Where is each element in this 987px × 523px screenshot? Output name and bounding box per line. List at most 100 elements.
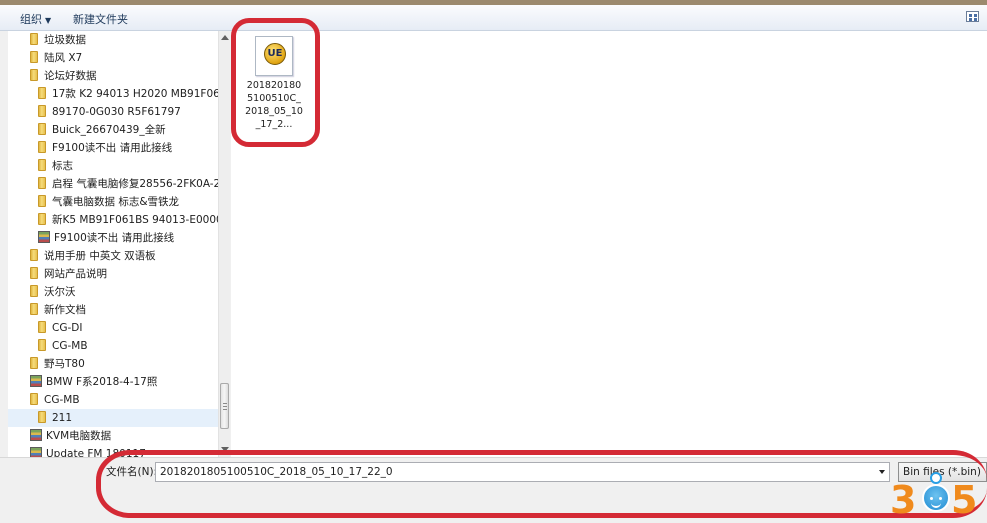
folder-icon <box>38 321 46 333</box>
tree-item-label: CG-DI <box>52 322 83 334</box>
tree-item[interactable]: 17款 K2 94013 H2020 MB91F061BS <box>38 85 218 103</box>
grip-line <box>223 409 227 410</box>
tree-item-label: F9100读不出 请用此接线 <box>54 232 175 244</box>
folder-icon <box>38 141 46 153</box>
tree-item-label: 启程 气囊电脑修复28556-2FK0A-2336 <box>52 178 218 190</box>
tree-item[interactable]: 陆风 X7 <box>30 49 82 67</box>
file-item[interactable]: UE 2018201805100510C_2018_05_10_17_2... <box>245 36 303 132</box>
tree-item-label: CG-MB <box>44 394 80 406</box>
tree-item[interactable]: 新作文档 <box>30 301 86 319</box>
folder-icon <box>30 303 38 315</box>
tree-item[interactable]: 网站产品说明 <box>30 265 107 283</box>
file-name-bar: 文件名(N): 2018201805100510C_2018_05_10_17_… <box>0 457 987 523</box>
tree-item-label: KVM电脑数据 <box>46 430 112 442</box>
tree-item[interactable]: Update FM 180117 <box>30 445 146 457</box>
tree-item[interactable]: 新K5 MB91F061BS 94013-E0000 <box>38 211 218 229</box>
folder-icon <box>30 69 38 81</box>
folder-icon <box>30 249 38 261</box>
tree-item[interactable]: BMW F系2018-4-17照 <box>30 373 157 391</box>
logo-digit-left: 3 <box>890 478 917 522</box>
tree-item[interactable]: 论坛好数据 <box>30 67 97 85</box>
tree-item-label: 新作文档 <box>44 304 86 316</box>
tree-item-label: 垃圾数据 <box>44 34 86 46</box>
navigation-scrollbar[interactable] <box>218 31 230 457</box>
folder-icon <box>30 267 38 279</box>
tree-item[interactable]: 野马T80 <box>30 355 85 373</box>
tree-item-label: 网站产品说明 <box>44 268 107 280</box>
folder-icon <box>38 123 46 135</box>
tree-item-label: 89170-0G030 R5F61797 <box>52 106 181 118</box>
document-icon: UE <box>255 36 293 76</box>
tree-item[interactable]: F9100读不出 请用此接线 <box>38 139 172 157</box>
folder-icon <box>38 177 46 189</box>
folder-icon <box>30 393 38 405</box>
tree-item-label: 说用手册 中英文 双语板 <box>44 250 156 262</box>
tree-item[interactable]: KVM电脑数据 <box>30 427 111 445</box>
tree-item-label: 野马T80 <box>44 358 85 370</box>
filename-input[interactable]: 2018201805100510C_2018_05_10_17_22_0 <box>155 462 890 482</box>
folder-icon <box>38 411 46 423</box>
scroll-up-icon[interactable] <box>221 35 229 40</box>
folder-icon <box>30 285 38 297</box>
watermark-logo: 3 5 <box>878 472 987 523</box>
tree-item-label: 陆风 X7 <box>44 52 83 64</box>
tree-item-label: 气囊电脑数据 标志&雪铁龙 <box>52 196 180 208</box>
folder-icon <box>38 105 46 117</box>
view-options-icon[interactable] <box>966 11 979 22</box>
scroll-thumb[interactable] <box>220 383 229 429</box>
tree-item-label: 17款 K2 94013 H2020 MB91F061BS <box>52 88 218 100</box>
organize-button[interactable]: 组织 ▼ <box>20 11 51 27</box>
filename-value: 2018201805100510C_2018_05_10_17_22_0 <box>160 466 393 478</box>
archive-icon <box>38 231 50 243</box>
tree-item-label: 标志 <box>52 160 73 172</box>
logo-ring <box>930 472 942 484</box>
tree-item[interactable]: 89170-0G030 R5F61797 <box>38 103 181 121</box>
file-list-pane[interactable]: UE 2018201805100510C_2018_05_10_17_2... <box>231 31 987 457</box>
toolbar: 组织 ▼ 新建文件夹 <box>0 5 987 31</box>
tree-item[interactable]: 启程 气囊电脑修复28556-2FK0A-2336 <box>38 175 218 193</box>
folder-icon <box>38 87 46 99</box>
new-folder-button[interactable]: 新建文件夹 <box>73 11 128 27</box>
tree-item-label: 211 <box>52 412 73 424</box>
ultraedit-icon: UE <box>264 43 286 65</box>
grip-line <box>223 406 227 407</box>
tree-item[interactable]: 垃圾数据 <box>30 31 86 49</box>
folder-icon <box>38 213 46 225</box>
tree-item-label: Buick_26670439_全新 <box>52 124 166 136</box>
archive-icon <box>30 447 42 457</box>
folder-icon <box>30 357 38 369</box>
tree-item[interactable]: CG-DI <box>38 319 82 337</box>
tree-item[interactable]: CG-MB <box>30 391 80 409</box>
organize-label: 组织 <box>20 13 42 26</box>
chevron-down-icon: ▼ <box>45 16 52 25</box>
tree-item[interactable]: 说用手册 中英文 双语板 <box>30 247 156 265</box>
smiley-face-icon <box>922 484 950 512</box>
tree-item-label: Update FM 180117 <box>46 448 146 457</box>
tree-item[interactable]: 气囊电脑数据 标志&雪铁龙 <box>38 193 179 211</box>
navigation-pane[interactable]: 垃圾数据陆风 X7 论坛好数据 17款 K2 94013 H2020 MB91F06… <box>8 31 218 457</box>
tree-item[interactable]: 沃尔沃 <box>30 283 76 301</box>
tree-item-label: 论坛好数据 <box>44 70 97 82</box>
tree-item[interactable]: Buick_26670439_全新 <box>38 121 166 139</box>
tree-item-label: F9100读不出 请用此接线 <box>52 142 173 154</box>
file-name: 2018201805100510C_2018_05_10_17_2... <box>245 80 303 130</box>
folder-icon <box>38 159 46 171</box>
archive-icon <box>30 429 42 441</box>
tree-item[interactable]: 标志 <box>38 157 73 175</box>
filename-label: 文件名(N): <box>106 466 158 478</box>
folder-icon <box>30 33 38 45</box>
grip-line <box>223 403 227 404</box>
tree-item-label: BMW F系2018-4-17照 <box>46 376 158 388</box>
scroll-down-icon[interactable] <box>221 447 229 452</box>
tree-item[interactable]: 211 <box>8 409 218 427</box>
tree-item[interactable]: CG-MB <box>38 337 88 355</box>
folder-icon <box>30 51 38 63</box>
tree-item-label: 沃尔沃 <box>44 286 76 298</box>
tree-item[interactable]: F9100读不出 请用此接线 <box>38 229 174 247</box>
folder-icon <box>38 195 46 207</box>
folder-icon <box>38 339 46 351</box>
tree-item-label: CG-MB <box>52 340 88 352</box>
tree-item-label: 新K5 MB91F061BS 94013-E0000 <box>52 214 218 226</box>
logo-digit-right: 5 <box>951 478 978 522</box>
archive-icon <box>30 375 42 387</box>
